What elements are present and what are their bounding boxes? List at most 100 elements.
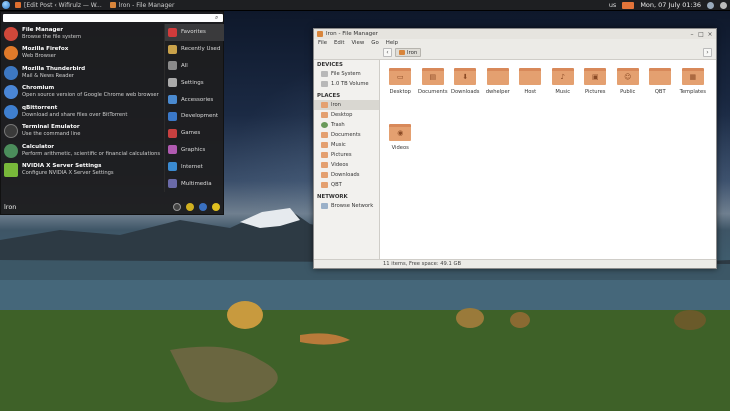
app-item-thunderbird[interactable]: Mozilla Thunderbird Mail & News Reader	[1, 63, 163, 83]
minimize-icon[interactable]: –	[689, 31, 695, 38]
app-item-nvidia-settings[interactable]: NVIDIA X Server Settings Configure NVIDIA…	[1, 161, 163, 181]
menu-footer: lron	[1, 200, 225, 214]
app-item-terminal[interactable]: Terminal Emulator Use the command line	[1, 122, 163, 142]
category-all[interactable]: All	[165, 58, 224, 75]
sidebar-item-volume[interactable]: 1.0 TB Volume	[314, 79, 379, 89]
sidebar-item-downloads[interactable]: Downloads	[314, 170, 379, 180]
file-name: Desktop	[389, 89, 411, 95]
category-accessories[interactable]: Accessories	[165, 91, 224, 108]
file-item-pictures[interactable]: ▣ Pictures	[579, 68, 612, 124]
sidebar-item-browse-network[interactable]: Browse Network	[314, 201, 379, 211]
folder-icon	[321, 182, 328, 188]
folder-icon	[519, 68, 542, 85]
sidebar-item-pictures[interactable]: Pictures	[314, 150, 379, 160]
status-text: 11 items, Free space: 49.1 GB	[383, 261, 462, 267]
notification-icon[interactable]	[622, 1, 635, 9]
network-icon[interactable]	[707, 1, 714, 9]
templates-folder-icon: ▦	[681, 68, 704, 85]
sidebar-item-file-system[interactable]: File System	[314, 69, 379, 79]
app-item-calculator[interactable]: Calculator Perform arithmetic, scientific…	[1, 141, 163, 161]
app-item-qbittorrent[interactable]: qBittorrent Download and share files over…	[1, 102, 163, 122]
category-internet[interactable]: Internet	[165, 158, 224, 175]
app-list: File Manager Browse the file system Mozil…	[1, 24, 163, 180]
close-icon[interactable]: ×	[707, 31, 713, 38]
qbittorrent-icon	[4, 104, 18, 119]
app-item-chromium[interactable]: Chromium Open source version of Google Ch…	[1, 83, 163, 103]
file-item-downloads[interactable]: ⬇ Downloads	[449, 68, 482, 124]
category-development[interactable]: Development	[165, 108, 224, 125]
app-description: Open source version of Google Chrome web…	[22, 92, 159, 99]
app-name: Mozilla Firefox	[22, 46, 69, 53]
sidebar-item-desktop[interactable]: Desktop	[314, 110, 379, 120]
file-item-music[interactable]: ♪ Music	[547, 68, 580, 124]
menu-file[interactable]: File	[318, 40, 327, 46]
file-name: Templates	[679, 89, 706, 95]
file-item-public[interactable]: ☺ Public	[612, 68, 645, 124]
terminal-icon	[4, 124, 18, 139]
taskbar-item-label: lron - File Manager	[118, 1, 175, 9]
switch-user-icon[interactable]	[186, 203, 194, 211]
file-item-desktop[interactable]: ▭ Desktop	[384, 68, 417, 124]
shutdown-icon[interactable]	[212, 203, 220, 211]
sidebar-item-qbt[interactable]: QBT	[314, 180, 379, 190]
breadcrumb-home[interactable]: lron	[395, 48, 422, 57]
sidebar-item-home[interactable]: lron	[314, 100, 379, 110]
sidebar-item-label: Pictures	[331, 152, 352, 158]
file-item-qbt[interactable]: QBT	[644, 68, 677, 124]
app-item-firefox[interactable]: Mozilla Firefox Web Browser	[1, 44, 163, 64]
videos-folder-icon: ◉	[389, 124, 412, 141]
category-graphics[interactable]: Graphics	[165, 142, 224, 159]
forward-arrow-icon[interactable]: ›	[703, 48, 712, 57]
category-recently-used[interactable]: Recently Used	[165, 41, 224, 58]
recent-icon	[168, 44, 177, 54]
settings-icon	[168, 78, 177, 88]
back-arrow-icon[interactable]: ‹	[383, 48, 392, 57]
category-multimedia[interactable]: Multimedia	[165, 175, 224, 192]
app-name: Calculator	[22, 143, 55, 150]
sidebar-item-music[interactable]: Music	[314, 140, 379, 150]
file-item-dwhelper[interactable]: dwhelper	[482, 68, 515, 124]
category-settings[interactable]: Settings	[165, 74, 224, 91]
menu-go[interactable]: Go	[371, 40, 378, 46]
status-bar: 11 items, Free space: 49.1 GB	[314, 259, 716, 268]
menu-view[interactable]: View	[351, 40, 364, 46]
menu-edit[interactable]: Edit	[334, 40, 344, 46]
file-item-documents[interactable]: ▤ Documents	[417, 68, 450, 124]
start-menu-button[interactable]	[0, 0, 11, 11]
network-icon	[321, 203, 328, 209]
window-titlebar[interactable]: lron - File Manager – □ ×	[314, 29, 716, 39]
category-favorites[interactable]: Favorites	[165, 24, 224, 41]
breadcrumb-label: lron	[407, 49, 418, 56]
start-menu: ⌕ File Manager Browse the file system Moz…	[0, 11, 224, 215]
clock[interactable]: Mon, 07 July 01:36	[640, 1, 701, 9]
taskbar-item-file-manager[interactable]: lron - File Manager	[106, 0, 179, 11]
sidebar-item-label: Videos	[331, 162, 349, 168]
category-label: Accessories	[181, 96, 214, 103]
nvidia-icon	[4, 163, 18, 178]
file-item-host[interactable]: Host	[514, 68, 547, 124]
maximize-icon[interactable]: □	[698, 31, 704, 38]
sidebar-item-videos[interactable]: Videos	[314, 160, 379, 170]
sidebar-item-trash[interactable]: Trash	[314, 120, 379, 130]
file-name: Videos	[391, 145, 409, 151]
file-view[interactable]: ▭ Desktop ▤ Documents ⬇ Downloads dwhelper …	[380, 60, 716, 260]
category-games[interactable]: Games	[165, 125, 224, 142]
lock-screen-icon[interactable]	[173, 203, 181, 211]
file-manager-body: DEVICES File System 1.0 TB Volume PLACES…	[314, 60, 716, 260]
file-name: Host	[524, 89, 537, 95]
taskbar-item-browser[interactable]: [Edit Post ‹ Wifirulz — W...	[11, 0, 106, 11]
file-item-templates[interactable]: ▦ Templates	[677, 68, 710, 124]
sidebar-item-documents[interactable]: Documents	[314, 130, 379, 140]
logout-icon[interactable]	[199, 203, 207, 211]
keyboard-layout-indicator[interactable]: us	[609, 1, 617, 9]
app-item-file-manager[interactable]: File Manager Browse the file system	[1, 24, 163, 44]
music-folder-icon	[321, 142, 328, 148]
file-item-videos[interactable]: ◉ Videos	[384, 124, 417, 180]
sidebar-item-label: lron	[331, 102, 341, 108]
app-name: NVIDIA X Server Settings	[22, 163, 102, 170]
category-label: Settings	[181, 79, 204, 86]
power-icon[interactable]	[720, 1, 727, 9]
menu-search-input[interactable]: ⌕	[3, 14, 223, 22]
menu-help[interactable]: Help	[386, 40, 398, 46]
file-name: Music	[555, 89, 571, 95]
